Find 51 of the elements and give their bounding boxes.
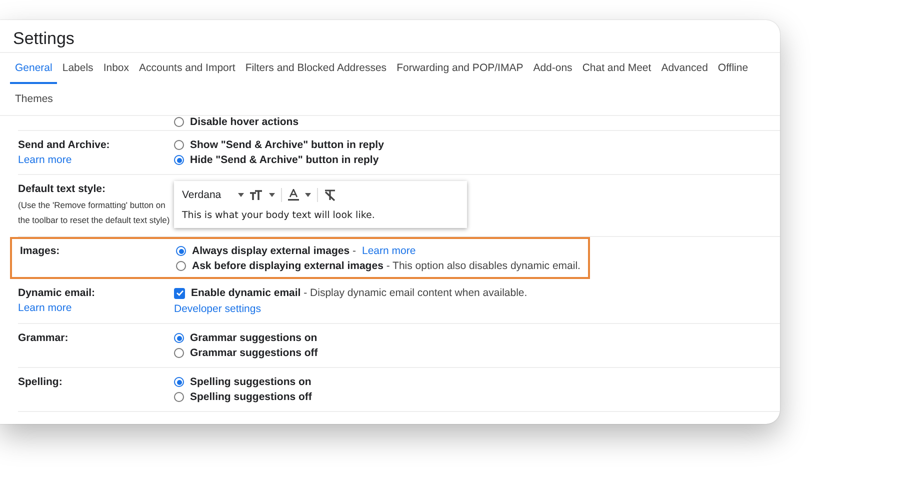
option-label: Enable dynamic email - Display dynamic email content when available. — [191, 287, 528, 299]
tab[interactable]: Filters and Blocked Addresses — [240, 53, 392, 84]
setting-label: Send and Archive: — [18, 139, 111, 151]
preview-text: This is what your body text will look like. — [182, 210, 376, 221]
radio-button[interactable] — [174, 155, 184, 165]
tab[interactable]: Chat and Meet — [577, 53, 656, 84]
radio-button[interactable] — [174, 333, 184, 343]
tab[interactable]: Forwarding and POP/IMAP — [392, 53, 528, 84]
tab[interactable]: Offline — [712, 53, 754, 84]
checkbox[interactable] — [174, 288, 185, 298]
radio-button[interactable] — [174, 348, 184, 358]
option-label: Disable hover actions — [190, 116, 299, 128]
option-label: Grammar suggestions off — [190, 347, 318, 359]
setting-label: Images: — [20, 245, 61, 257]
clear-formatting-icon[interactable] — [324, 189, 336, 201]
option-label: Hide "Send & Archive" button in reply — [190, 154, 379, 166]
option-label: Show "Send & Archive" button in reply — [190, 139, 384, 151]
text-color-icon[interactable] — [288, 189, 299, 201]
caret-icon[interactable] — [269, 193, 275, 197]
font-dropdown[interactable]: Verdana — [182, 189, 232, 201]
option-label: Grammar suggestions on — [190, 332, 318, 344]
caret-icon[interactable] — [305, 193, 311, 197]
radio-button[interactable] — [174, 117, 184, 127]
learn-more-link[interactable]: Learn more — [18, 154, 174, 166]
radio-button[interactable] — [176, 261, 186, 271]
tab[interactable]: General — [10, 53, 58, 84]
radio-button[interactable] — [174, 377, 184, 387]
setting-label: Grammar: — [18, 332, 70, 344]
option-label: Spelling suggestions on — [190, 376, 312, 388]
radio-button[interactable] — [174, 392, 184, 402]
window-title: Settings — [12, 28, 76, 50]
tab[interactable]: Inbox — [98, 53, 134, 84]
tab[interactable]: Advanced — [656, 53, 713, 84]
setting-label: Dynamic email: — [18, 287, 96, 299]
radio-button[interactable] — [174, 140, 184, 150]
learn-more-link[interactable]: Learn more — [362, 245, 416, 257]
tab[interactable]: Add-ons — [528, 53, 578, 84]
setting-label: Spelling: — [18, 376, 64, 388]
developer-settings-link[interactable]: Developer settings — [174, 303, 528, 315]
tab[interactable]: Themes — [10, 84, 58, 115]
learn-more-link[interactable]: Learn more — [18, 302, 174, 314]
setting-label: Default text style: — [18, 183, 107, 195]
tab[interactable]: Accounts and Import — [134, 53, 240, 84]
hint-text: (Use the 'Remove formatting' button on the toolbar to reset the default text style) — [18, 199, 171, 227]
option-label: Always display external images - — [192, 245, 356, 257]
tab[interactable]: Labels — [57, 53, 98, 84]
option-label: Ask before displaying external images - This option also disables dynamic email. — [192, 260, 580, 272]
text-size-icon[interactable] — [250, 190, 263, 200]
option-label: Spelling suggestions off — [190, 391, 312, 403]
caret-icon[interactable] — [238, 193, 244, 197]
radio-button[interactable] — [176, 246, 186, 256]
